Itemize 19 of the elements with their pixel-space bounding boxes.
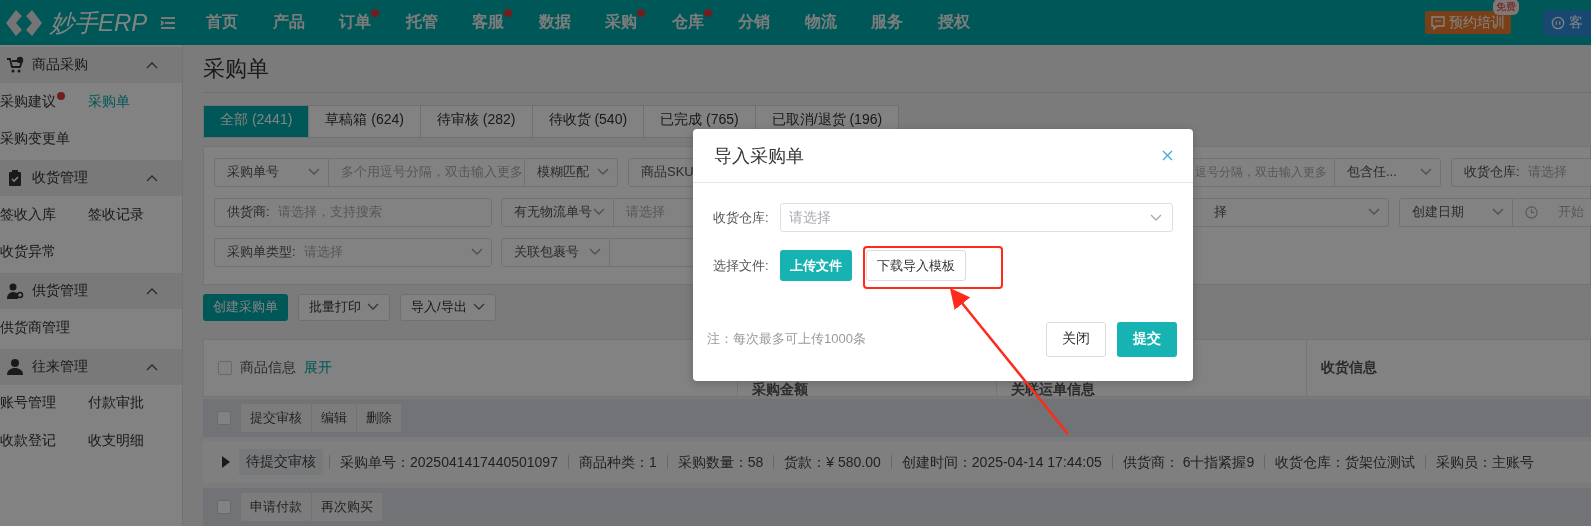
field-label: 收货仓库: [713, 208, 770, 227]
column-header: 商品信息 [240, 359, 296, 377]
order-field: 货款：¥ 580.00 [773, 455, 891, 469]
field-label: 选择文件: [713, 256, 770, 275]
page-title: 采购单 [203, 55, 269, 84]
order-field: 采购数量：58 [666, 455, 774, 469]
order-field: 商品种类：1 [567, 455, 667, 469]
order-field: 创建时间：2025-04-14 17:44:05 [890, 455, 1112, 469]
upload-note: 注：每次最多可上传1000条 [707, 330, 867, 348]
column-header: 采购金额 [752, 382, 808, 396]
logo-text: 妙手ERP [50, 7, 148, 38]
order-field: 采购单号：2025041417440501097 [329, 455, 568, 469]
column-header: 收货信息 [1321, 359, 1377, 377]
status-tag: 待提交审核 [239, 449, 323, 475]
dialog-title: 导入采购单 [714, 144, 804, 168]
free-badge: 免费 [1493, 0, 1519, 15]
order-field: 收货仓库：货架位测试 [1264, 455, 1426, 469]
order-field: 供货商： 6十指紧握9 [1111, 455, 1265, 469]
order-field: 采购员：主账号 [1425, 455, 1545, 469]
